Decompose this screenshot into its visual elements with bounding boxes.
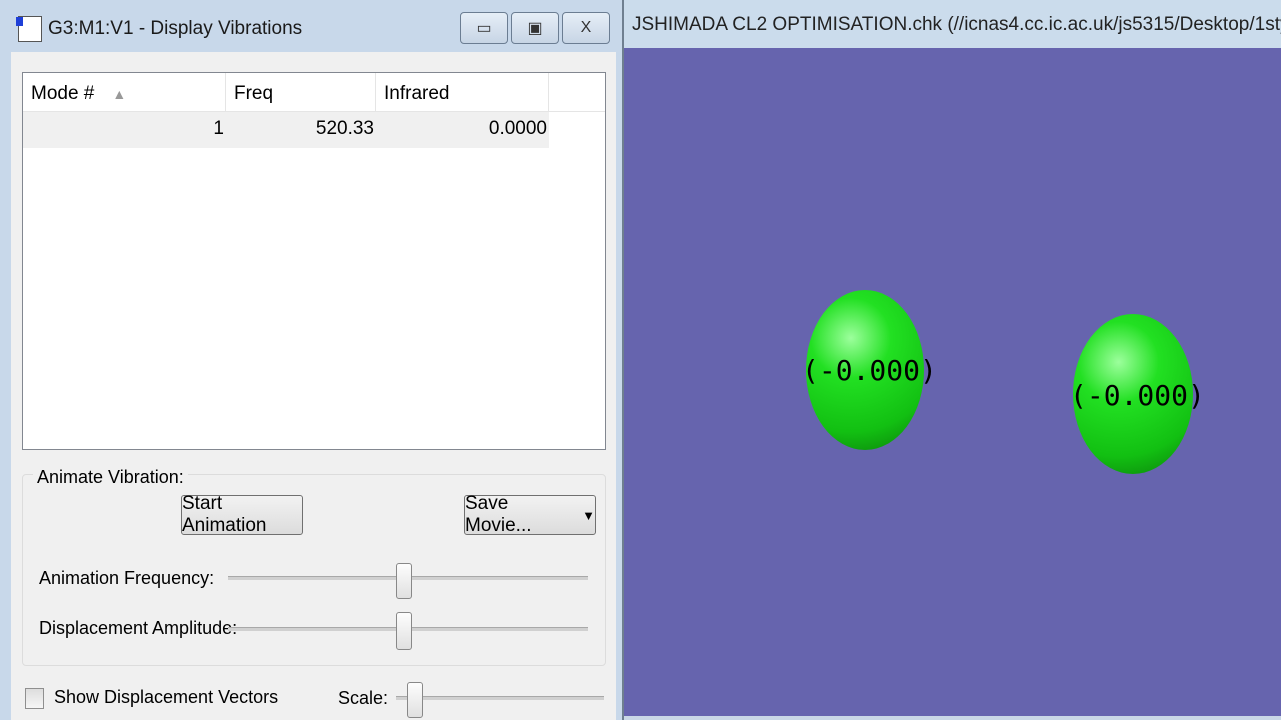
cell-mode: 1 xyxy=(213,118,224,139)
displacement-amplitude-label: Displacement Amplitude: xyxy=(39,618,238,638)
animate-vibration-label: Animate Vibration: xyxy=(33,467,188,488)
slider-thumb[interactable] xyxy=(406,682,423,718)
scale-slider[interactable] xyxy=(396,682,604,718)
save-movie-label: Save Movie... xyxy=(465,493,532,536)
dialog-title: G3:M1:V1 - Display Vibrations xyxy=(48,18,303,39)
cell-freq: 520.33 xyxy=(315,118,374,139)
animation-frequency-label: Animation Frequency: xyxy=(39,568,215,588)
viewer-titlebar: JSHIMADA CL2 OPTIMISATION.chk (//icnas4.… xyxy=(624,0,1281,48)
slider-thumb[interactable] xyxy=(396,563,413,599)
displacement-amplitude-slider[interactable] xyxy=(228,612,588,650)
slider-track xyxy=(396,696,604,700)
table-row[interactable]: 1 520.33 0.0000 xyxy=(23,112,549,148)
column-header-freq[interactable]: Freq xyxy=(226,73,376,111)
show-displacement-vectors-checkbox[interactable] xyxy=(25,688,44,709)
column-header-mode[interactable]: Mode # ▲ xyxy=(23,73,226,111)
sort-ascending-icon: ▲ xyxy=(112,86,127,102)
scale-label: Scale: xyxy=(338,688,389,708)
gaussview-app-icon xyxy=(16,16,42,42)
cell-infrared: 0.0000 xyxy=(488,118,547,139)
show-displacement-vectors-label: Show Displacement Vectors xyxy=(54,687,279,707)
dialog-client: Mode # ▲ Freq Infrared 1 520.33 0.0000 An… xyxy=(11,52,616,720)
close-button[interactable]: X xyxy=(562,12,610,44)
dialog-titlebar: G3:M1:V1 - Display Vibrations xyxy=(16,14,303,44)
save-movie-button[interactable]: Save Movie... ▼ xyxy=(464,493,596,536)
table-header: Mode # ▲ Freq Infrared xyxy=(23,73,605,112)
modes-table[interactable]: Mode # ▲ Freq Infrared 1 520.33 0.0000 xyxy=(22,72,606,450)
atom-charge-label-1: (-0.000) xyxy=(802,354,937,387)
slider-thumb[interactable] xyxy=(396,612,413,650)
start-animation-button[interactable]: Start Animation xyxy=(181,493,303,536)
animate-vibration-group: Animate Vibration: Start Animation Save … xyxy=(22,467,606,666)
minimize-button[interactable]: ▭ xyxy=(460,12,508,44)
molecule-viewport[interactable]: (-0.000) (-0.000) xyxy=(624,48,1281,716)
atom-charge-label-2: (-0.000) xyxy=(1070,379,1205,412)
viewer-title: JSHIMADA CL2 OPTIMISATION.chk (//icnas4.… xyxy=(632,14,1281,35)
dropdown-arrow-icon: ▼ xyxy=(582,507,595,523)
maximize-button[interactable]: ▣ xyxy=(511,12,559,44)
column-header-infrared[interactable]: Infrared xyxy=(376,73,549,111)
animation-frequency-slider[interactable] xyxy=(228,563,588,599)
display-vibrations-dialog: G3:M1:V1 - Display Vibrations ▭ ▣ X Mode… xyxy=(0,0,624,720)
